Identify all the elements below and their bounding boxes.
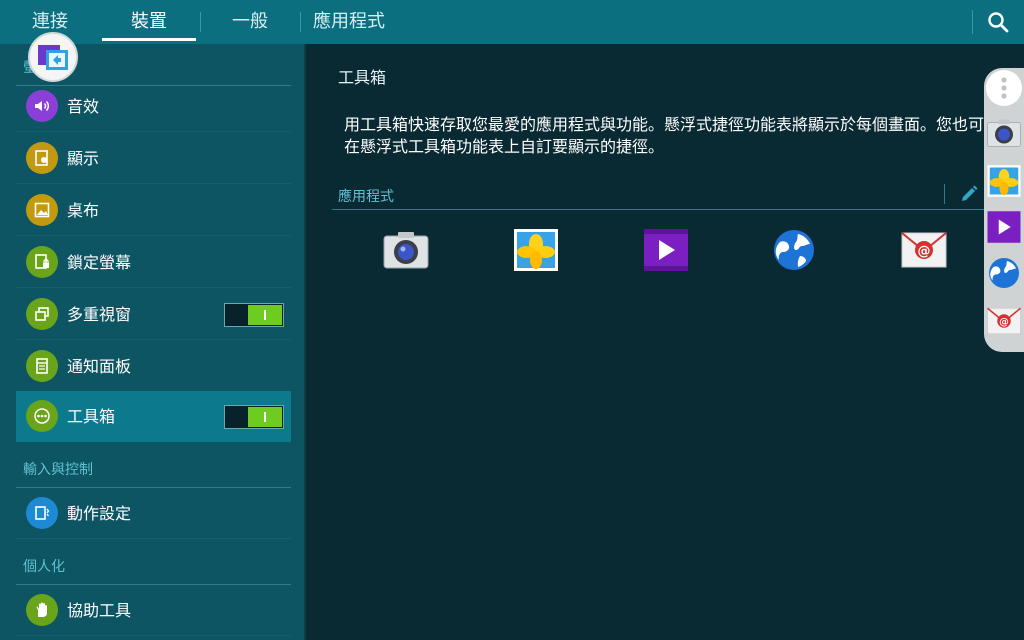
tab-general[interactable]: 一般 <box>210 0 290 44</box>
apps-section-header: 應用程式 <box>332 182 1000 210</box>
app-camera[interactable] <box>382 228 430 272</box>
lock-screen-icon <box>26 246 58 278</box>
tab-divider <box>300 12 301 32</box>
more-dots-icon <box>1001 77 1007 99</box>
sidebar-item-motion[interactable]: 動作設定 <box>16 488 291 539</box>
search-divider <box>972 10 973 34</box>
toolbox-description: 用工具箱快速存取您最愛的應用程式與功能。懸浮式捷徑功能表將顯示於每個畫面。您也可… <box>344 115 985 156</box>
tab-applications[interactable]: 應用程式 <box>306 0 392 44</box>
display-icon <box>26 142 58 174</box>
sidebar-item-label: 顯示 <box>67 149 100 168</box>
floating-video[interactable] <box>986 210 1022 244</box>
floating-gallery[interactable] <box>986 164 1022 198</box>
section-header-personalization: 個人化 <box>16 549 291 585</box>
app-email[interactable]: @ <box>900 228 948 272</box>
multi-window-toggle[interactable] <box>224 303 284 327</box>
floating-toolbox-panel: @ <box>984 68 1024 352</box>
internet-icon <box>989 258 1019 288</box>
sidebar-item-wallpaper[interactable]: 桌布 <box>16 185 291 236</box>
app-video[interactable] <box>642 228 690 272</box>
sidebar-item-label: 桌布 <box>67 201 100 220</box>
section-header-input-control: 輸入與控制 <box>16 452 291 488</box>
top-tab-bar: 連接 裝置 一般 應用程式 <box>0 0 1024 44</box>
video-icon <box>644 229 688 271</box>
camera-icon <box>987 119 1021 147</box>
email-icon: @ <box>901 232 947 268</box>
floating-toolbox-bubble[interactable] <box>28 32 78 82</box>
toolbox-icon <box>26 400 58 432</box>
floating-email[interactable]: @ <box>986 304 1022 338</box>
toggle-knob <box>248 305 282 325</box>
sidebar-item-toolbox[interactable]: 工具箱 <box>16 391 291 442</box>
sidebar-item-display[interactable]: 顯示 <box>16 133 291 184</box>
sidebar-item-multi-window[interactable]: 多重視窗 <box>16 289 291 340</box>
apps-section-label: 應用程式 <box>338 189 394 205</box>
toolbox-menu-button[interactable] <box>986 70 1022 106</box>
sidebar-item-lock-screen[interactable]: 鎖定螢幕 <box>16 237 291 288</box>
wallpaper-icon <box>26 194 58 226</box>
accessibility-icon <box>26 594 58 626</box>
edit-shortcuts-button[interactable] <box>958 183 980 205</box>
settings-sidebar: 螢 顯示 音效 顯示 桌布 鎖定螢幕 多重視窗 通知面板 <box>0 44 306 640</box>
internet-icon <box>774 230 814 270</box>
search-button[interactable] <box>986 10 1010 34</box>
sidebar-item-label: 鎖定螢幕 <box>67 253 132 272</box>
email-icon: @ <box>987 307 1021 335</box>
toolbox-toggle[interactable] <box>224 405 284 429</box>
sidebar-item-label: 通知面板 <box>67 357 132 376</box>
notification-panel-icon <box>26 350 58 382</box>
search-icon <box>988 12 1009 33</box>
sidebar-item-label: 多重視窗 <box>67 305 132 324</box>
gallery-icon <box>987 165 1021 197</box>
svg-text:@: @ <box>999 317 1009 328</box>
sidebar-item-label: 協助工具 <box>67 601 132 620</box>
sidebar-item-notification-panel[interactable]: 通知面板 <box>16 341 291 392</box>
sidebar-item-label: 工具箱 <box>67 407 116 426</box>
app-internet[interactable] <box>770 228 818 272</box>
floating-internet[interactable] <box>986 256 1022 290</box>
toggle-knob <box>248 407 282 427</box>
window-switch-icon <box>38 45 68 70</box>
header-divider <box>944 184 945 204</box>
active-tab-indicator <box>102 38 196 41</box>
page-title: 工具箱 <box>338 68 387 87</box>
sidebar-item-accessibility[interactable]: 協助工具 <box>16 585 291 636</box>
video-icon <box>987 211 1021 243</box>
camera-icon <box>383 232 429 269</box>
floating-camera[interactable] <box>986 116 1022 150</box>
pencil-icon <box>962 185 978 201</box>
tab-divider <box>200 12 201 32</box>
toolbox-detail-pane: 工具箱 用工具箱快速存取您最愛的應用程式與功能。懸浮式捷徑功能表將顯示於每個畫面… <box>308 44 1024 640</box>
multi-window-icon <box>26 298 58 330</box>
app-gallery[interactable] <box>512 228 560 272</box>
sidebar-item-sound[interactable]: 音效 <box>16 81 291 132</box>
sidebar-item-label: 音效 <box>67 97 100 116</box>
sidebar-item-label: 動作設定 <box>67 504 132 523</box>
motion-icon <box>26 497 58 529</box>
speaker-icon <box>26 90 58 122</box>
gallery-icon <box>514 229 558 271</box>
svg-text:@: @ <box>918 244 931 259</box>
